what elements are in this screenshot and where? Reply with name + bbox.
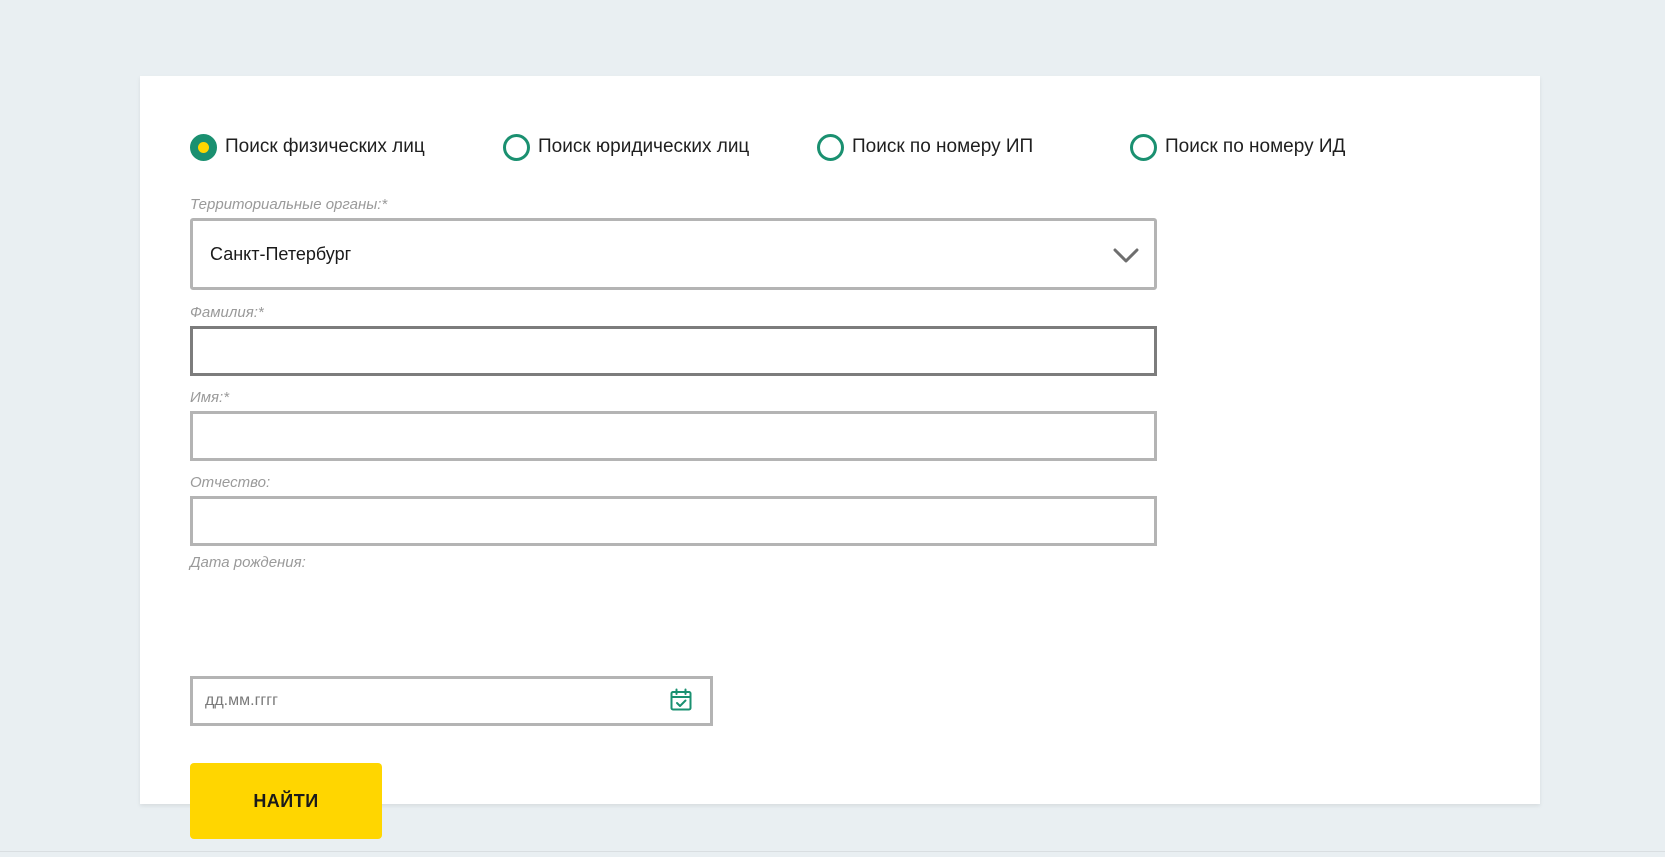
radio-label[interactable]: Поиск физических лиц <box>225 136 425 158</box>
territory-selected-value: Санкт-Петербург <box>210 243 352 264</box>
search-form-card: Поиск физических лиц Поиск юридических л… <box>140 76 1540 839</box>
first-name-input[interactable] <box>190 411 1157 461</box>
radio-search-individuals[interactable]: Поиск физических лиц <box>190 132 425 162</box>
birth-date-field <box>190 676 713 726</box>
radio-label[interactable]: Поиск юридических лиц <box>538 136 749 158</box>
search-type-radio-group: Поиск физических лиц Поиск юридических л… <box>190 132 1490 162</box>
radio-checked-icon[interactable] <box>190 133 217 161</box>
territory-label: Территориальные органы:* <box>190 196 388 213</box>
search-submit-button[interactable]: НАЙТИ <box>190 763 382 839</box>
patronymic-label: Отчество: <box>190 474 271 491</box>
page-bottom-divider <box>0 851 1665 852</box>
patronymic-input[interactable] <box>190 496 1157 546</box>
last-name-input[interactable] <box>190 326 1157 376</box>
radio-label[interactable]: Поиск по номеру ИД <box>1165 136 1345 158</box>
radio-unchecked-icon[interactable] <box>817 133 844 161</box>
calendar-icon[interactable] <box>669 688 693 712</box>
last-name-label: Фамилия:* <box>190 304 264 321</box>
chevron-down-icon[interactable] <box>1112 244 1140 266</box>
radio-search-by-ip-number[interactable]: Поиск по номеру ИП <box>817 132 1033 162</box>
radio-search-by-id-number[interactable]: Поиск по номеру ИД <box>1130 132 1345 162</box>
radio-unchecked-icon[interactable] <box>503 133 530 161</box>
first-name-label: Имя:* <box>190 389 230 406</box>
radio-search-legal-entities[interactable]: Поиск юридических лиц <box>503 132 749 162</box>
birth-date-input[interactable] <box>193 679 653 723</box>
radio-unchecked-icon[interactable] <box>1130 133 1157 161</box>
territory-select[interactable]: Санкт-Петербург <box>190 218 1157 290</box>
birth-date-label: Дата рождения: <box>190 554 306 571</box>
radio-dot <box>198 141 209 153</box>
radio-label[interactable]: Поиск по номеру ИП <box>852 136 1033 158</box>
